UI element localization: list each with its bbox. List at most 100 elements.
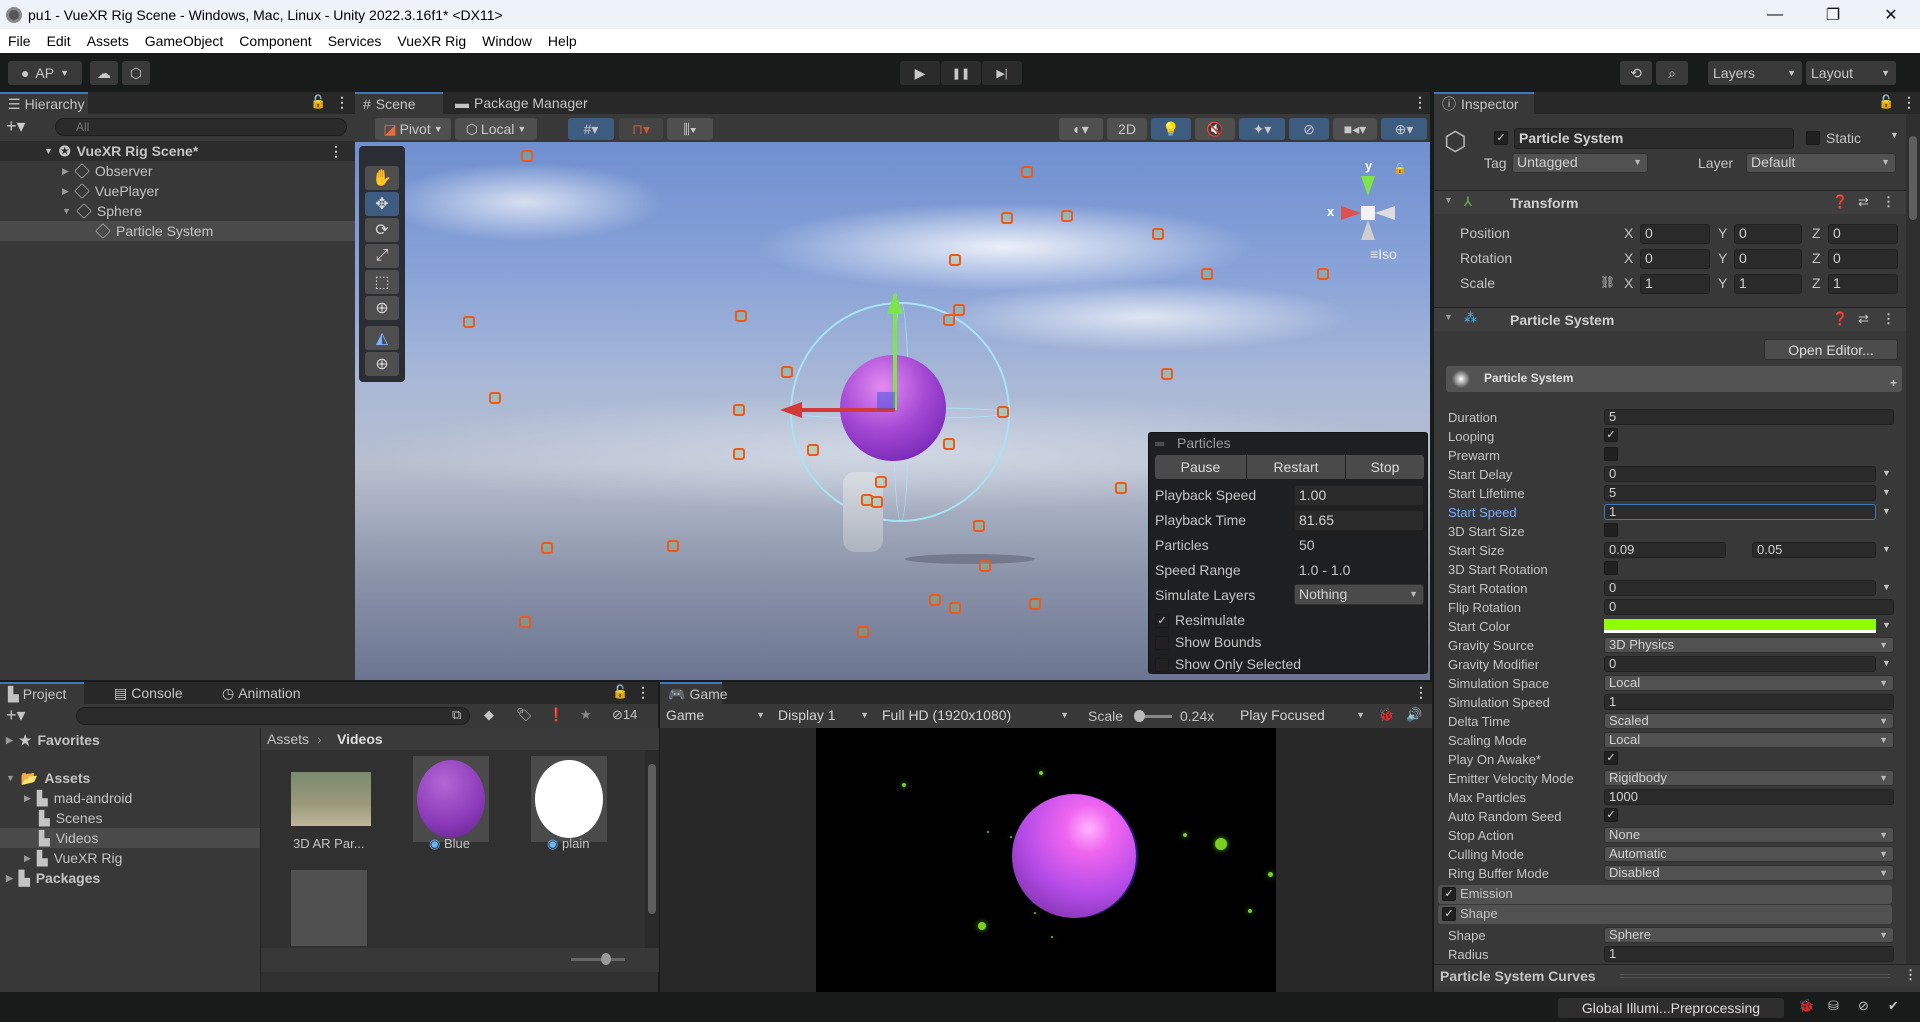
bug-icon[interactable]: 🐞 <box>1378 707 1394 723</box>
particle-system-curves-header[interactable]: Particle System Curves ⋮ <box>1434 964 1920 986</box>
curve-mode-dropdown[interactable]: ▼ <box>1882 468 1891 478</box>
preset-icon[interactable]: ⇄ <box>1858 311 1869 327</box>
grid-visibility-button[interactable]: #▾ <box>568 118 614 140</box>
menu-vuexr-rig[interactable]: VueXR Rig <box>389 33 474 49</box>
add-button[interactable]: +▾ <box>6 116 26 137</box>
tree-videos[interactable]: ▙ Videos <box>0 828 260 848</box>
shape-checkbox[interactable]: ✓ <box>1442 907 1456 921</box>
open-editor-button[interactable]: Open Editor... <box>1764 339 1898 360</box>
lock-icon[interactable]: 🔓 <box>310 94 326 110</box>
scale-slider-handle[interactable] <box>1134 710 1145 722</box>
thumbnail-size-slider[interactable] <box>571 958 625 961</box>
slider-handle[interactable] <box>601 953 611 965</box>
menu-help[interactable]: Help <box>540 33 585 49</box>
simulate-layers-dropdown[interactable]: Nothing <box>1294 584 1424 605</box>
3d-start-rotation-checkbox[interactable] <box>1604 561 1618 575</box>
shape-module-header[interactable]: ✓ Shape <box>1438 905 1892 924</box>
particle-system-module-header[interactable]: Particle System + <box>1446 366 1902 392</box>
start-size-max-field[interactable]: 0.05 <box>1752 542 1876 558</box>
tab-inspector[interactable]: ⓘ Inspector <box>1434 92 1534 114</box>
gameobject-cube-icon[interactable]: ⬡ <box>1444 126 1467 157</box>
hidden-packages-toggle[interactable]: ⊘14 <box>612 707 637 723</box>
checkmark-circle-icon[interactable]: ✔ <box>1888 998 1899 1014</box>
pivot-dropdown[interactable]: ◪ Pivot ▼ <box>375 118 451 140</box>
curve-mode-dropdown[interactable]: ▼ <box>1882 544 1891 554</box>
layout-dropdown[interactable]: Layout ▼ <box>1806 61 1896 85</box>
particle-system-component-header[interactable]: ▼ ⁂ Particle System ❓ ⇄ ⋮ <box>1434 307 1906 331</box>
gravity-source-dropdown[interactable]: 3D Physics <box>1604 637 1894 653</box>
preset-icon[interactable]: ⇄ <box>1858 194 1869 210</box>
more-options-icon[interactable]: ⋮ <box>1413 94 1427 111</box>
gi-progress-status[interactable]: Global Illumi...Preprocessing <box>1558 998 1784 1018</box>
log-type-icon[interactable]: ❗ <box>548 707 564 723</box>
menu-component[interactable]: Component <box>231 33 319 49</box>
start-size-min-field[interactable]: 0.09 <box>1604 542 1726 558</box>
more-options-icon[interactable]: ⋮ <box>1902 94 1916 111</box>
orientation-gizmo[interactable]: y 🔒 x ≡Iso <box>1315 152 1425 272</box>
tab-scene[interactable]: # Scene <box>355 92 443 114</box>
position-z-field[interactable]: 0 <box>1828 224 1898 244</box>
rotation-x-field[interactable]: 0 <box>1640 249 1710 269</box>
scale-y-field[interactable]: 1 <box>1734 274 1802 294</box>
unity-version-control-button[interactable]: ⬡ <box>122 61 150 85</box>
gizmo-center-cube[interactable] <box>1361 206 1375 220</box>
lock-icon[interactable]: 🔓 <box>1878 94 1894 110</box>
debug-mode-icon[interactable]: 🐞 <box>1798 998 1814 1014</box>
radius-field[interactable]: 1 <box>1604 946 1894 962</box>
playback-time-field[interactable]: 81.65 <box>1294 510 1424 531</box>
projection-toggle[interactable]: ≡Iso <box>1370 246 1397 262</box>
rotate-tool[interactable]: ⟳ <box>365 218 399 242</box>
more-options-icon[interactable]: ⋮ <box>636 684 650 701</box>
menu-gameobject[interactable]: GameObject <box>137 33 232 49</box>
curve-mode-dropdown[interactable]: ▼ <box>1882 582 1891 592</box>
hand-tool[interactable]: ✋ <box>365 166 399 190</box>
local-dropdown[interactable]: ⬡ Local ▼ <box>455 118 537 140</box>
layer-dropdown[interactable]: Default <box>1746 153 1896 173</box>
curve-mode-dropdown[interactable]: ▼ <box>1882 487 1891 497</box>
hierarchy-item-sphere[interactable]: ▼ Sphere <box>0 201 355 221</box>
asset-thumbnail-blue[interactable] <box>413 756 489 842</box>
pause-particles-button[interactable]: Pause <box>1155 455 1246 479</box>
cache-server-icon[interactable]: ⛁ <box>1828 998 1839 1014</box>
3d-start-size-checkbox[interactable] <box>1604 523 1618 537</box>
2d-toggle[interactable]: 2D <box>1107 118 1147 140</box>
step-button[interactable]: ▶| <box>982 61 1022 85</box>
tab-package-manager[interactable]: ▬ Package Manager <box>447 92 596 114</box>
more-options-icon[interactable]: ⋮ <box>1414 684 1428 701</box>
custom-tool[interactable]: ⊕ <box>365 352 399 376</box>
start-rotation-field[interactable]: 0 <box>1604 580 1876 596</box>
object-name-field[interactable]: Particle System <box>1514 128 1794 149</box>
duration-field[interactable]: 5 <box>1604 409 1894 425</box>
account-dropdown[interactable]: ● AP ▼ <box>8 61 82 85</box>
gizmos-dropdown[interactable]: ⊕▾ <box>1381 118 1427 140</box>
move-tool[interactable]: ✥ <box>365 192 399 216</box>
tab-project[interactable]: ▙ Project <box>0 682 84 704</box>
delta-time-dropdown[interactable]: Scaled <box>1604 713 1894 729</box>
hierarchy-item-particle-system[interactable]: Particle System <box>0 221 355 241</box>
project-search-input[interactable] <box>76 707 470 725</box>
hierarchy-item-observer[interactable]: ▶ Observer <box>0 161 355 181</box>
scale-tool[interactable]: ⤢ <box>365 244 399 268</box>
culling-mode-dropdown[interactable]: Automatic <box>1604 846 1894 862</box>
maximize-button[interactable]: ❐ <box>1804 0 1862 29</box>
move-gizmo-y-arrow[interactable] <box>887 292 903 314</box>
max-particles-field[interactable]: 1000 <box>1604 789 1894 805</box>
undo-history-button[interactable]: ⟲ <box>1620 61 1652 85</box>
emission-checkbox[interactable]: ✓ <box>1442 887 1456 901</box>
stop-action-dropdown[interactable]: None <box>1604 827 1894 843</box>
increment-snap-button[interactable]: ⫼▾ <box>667 118 713 140</box>
prewarm-checkbox[interactable] <box>1604 447 1618 461</box>
camera-dropdown[interactable]: ■◂▾ <box>1333 118 1377 140</box>
help-icon[interactable]: ❓ <box>1832 311 1848 327</box>
tab-hierarchy[interactable]: ☰ Hierarchy <box>0 92 88 114</box>
ring-buffer-mode-dropdown[interactable]: Disabled <box>1604 865 1894 881</box>
tag-dropdown[interactable]: Untagged <box>1512 153 1648 173</box>
start-speed-field[interactable]: 1 <box>1604 504 1876 520</box>
hierarchy-item-vueplayer[interactable]: ▶ VuePlayer <box>0 181 355 201</box>
simulation-space-dropdown[interactable]: Local <box>1604 675 1894 691</box>
rect-tool[interactable]: ⬚ <box>365 270 399 294</box>
layers-dropdown[interactable]: Layers ▼ <box>1708 61 1802 85</box>
menu-file[interactable]: File <box>0 33 39 49</box>
audio-toggle[interactable]: 🔇 <box>1195 118 1235 140</box>
static-checkbox[interactable] <box>1806 131 1820 145</box>
